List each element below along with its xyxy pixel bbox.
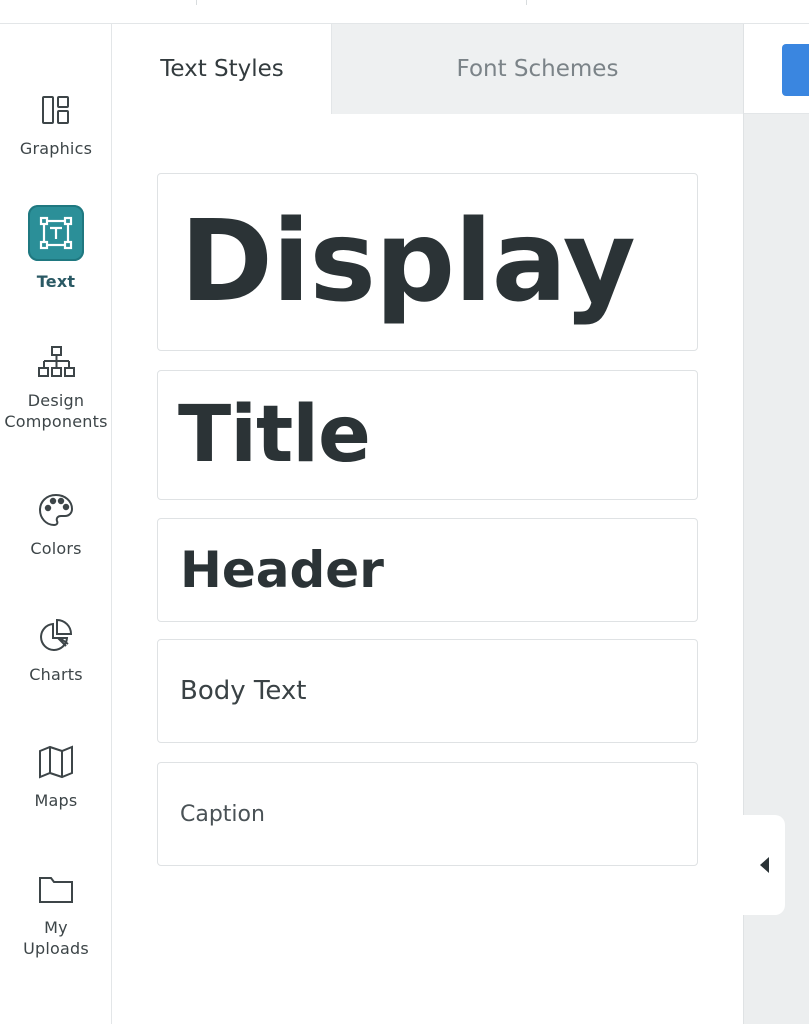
style-label-title: Title <box>178 390 371 480</box>
sidebar-item-label: Colors <box>30 539 82 558</box>
style-label-header: Header <box>180 541 384 599</box>
sidebar-item-graphics[interactable]: Graphics <box>0 82 112 159</box>
style-card-caption[interactable]: Caption <box>157 762 698 866</box>
text-icon <box>28 205 84 261</box>
divider <box>526 0 527 5</box>
sidebar-item-my-uploads[interactable]: My Uploads <box>0 861 112 959</box>
tab-text-styles[interactable]: Text Styles <box>113 24 332 114</box>
style-label-display: Display <box>180 197 636 327</box>
text-icon-wrapper <box>28 205 84 261</box>
palette-icon <box>28 482 84 538</box>
canvas-toolbar <box>744 24 809 114</box>
sidebar-item-label: Design Components <box>4 391 108 431</box>
sidebar: Graphics Text Design Components Colors C… <box>0 24 112 1024</box>
primary-button[interactable] <box>782 44 809 96</box>
sidebar-item-label: Graphics <box>19 139 93 158</box>
sidebar-item-text[interactable]: Text <box>0 205 112 292</box>
pie-chart-icon <box>28 608 84 664</box>
sidebar-item-design-components[interactable]: Design Components <box>0 334 112 432</box>
style-card-display[interactable]: Display <box>157 173 698 351</box>
caret-left-icon <box>760 857 769 873</box>
sidebar-item-maps[interactable]: Maps <box>0 734 112 811</box>
sidebar-item-label: Charts <box>29 665 83 684</box>
sidebar-item-label: Maps <box>34 791 78 810</box>
style-card-body-text[interactable]: Body Text <box>157 639 698 743</box>
sidebar-item-charts[interactable]: Charts <box>0 608 112 685</box>
map-icon <box>28 734 84 790</box>
sidebar-item-colors[interactable]: Colors <box>0 482 112 559</box>
style-card-header[interactable]: Header <box>157 518 698 622</box>
graphics-icon <box>28 82 84 138</box>
text-styles-panel: Text Styles Font Schemes Display Title H… <box>113 24 743 1024</box>
collapse-panel-button[interactable] <box>743 815 785 915</box>
tab-font-schemes[interactable]: Font Schemes <box>332 24 743 114</box>
style-card-title[interactable]: Title <box>157 370 698 500</box>
folder-icon <box>28 861 84 917</box>
sidebar-item-label: My Uploads <box>23 918 89 958</box>
style-label-caption: Caption <box>180 801 265 827</box>
sidebar-item-label: Text <box>36 272 76 291</box>
style-label-body-text: Body Text <box>180 676 307 706</box>
panel-tabs: Text Styles Font Schemes <box>113 24 743 114</box>
hierarchy-icon <box>28 334 84 390</box>
divider <box>196 0 197 5</box>
top-bar <box>0 0 809 24</box>
